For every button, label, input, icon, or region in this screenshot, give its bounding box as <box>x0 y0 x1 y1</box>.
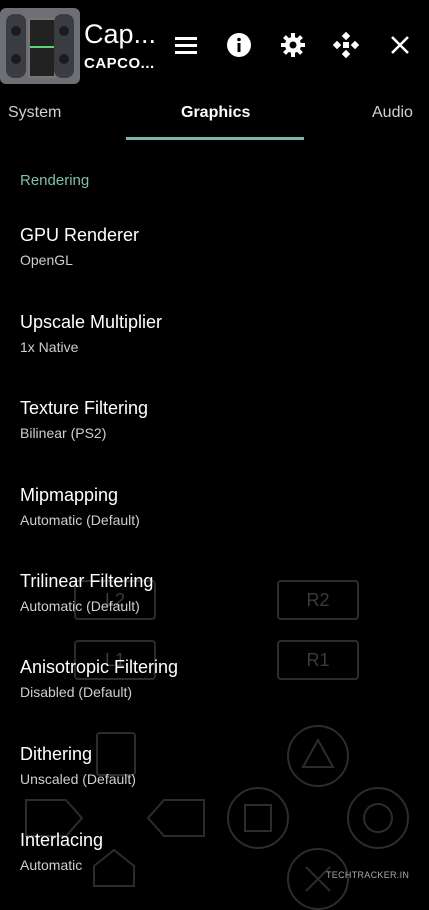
app-header: Cap... CAPCO... <box>0 0 429 96</box>
settings-icon[interactable] <box>278 30 308 60</box>
section-header-rendering: Rendering <box>20 172 90 189</box>
joycon-right-graphic <box>54 14 74 78</box>
setting-anisotropic-filtering[interactable]: Anisotropic Filtering Disabled (Default) <box>0 656 429 742</box>
joycon-left-graphic <box>6 14 26 78</box>
game-cover-thumbnail[interactable] <box>0 8 80 84</box>
setting-name: Dithering <box>20 744 93 764</box>
setting-value: Bilinear (PS2) <box>20 425 107 441</box>
setting-value: OpenGL <box>20 252 73 268</box>
close-icon[interactable] <box>385 30 415 60</box>
menu-icon[interactable] <box>171 30 201 60</box>
setting-mipmapping[interactable]: Mipmapping Automatic (Default) <box>0 484 429 570</box>
setting-value: Disabled (Default) <box>20 684 133 700</box>
setting-dithering[interactable]: Dithering Unscaled (Default) <box>0 743 429 829</box>
setting-texture-filtering[interactable]: Texture Filtering Bilinear (PS2) <box>0 397 429 483</box>
info-icon[interactable] <box>224 30 254 60</box>
setting-trilinear-filtering[interactable]: Trilinear Filtering Automatic (Default) <box>0 570 429 656</box>
game-publisher: CAPCO... <box>84 55 155 72</box>
setting-value: Unscaled (Default) <box>20 771 136 787</box>
setting-name: Interlacing <box>20 830 104 850</box>
active-tab-indicator <box>126 137 304 140</box>
setting-interlacing[interactable]: Interlacing Automatic <box>0 829 429 900</box>
setting-value: Automatic <box>20 857 83 873</box>
setting-name: Upscale Multiplier <box>20 312 163 332</box>
game-title: Cap... <box>84 19 157 49</box>
settings-tab-bar: System Graphics Audio <box>0 96 429 142</box>
tab-system[interactable]: System <box>8 96 61 142</box>
setting-name: Trilinear Filtering <box>20 571 154 591</box>
setting-name: Mipmapping <box>20 485 119 505</box>
gamepad-icon[interactable] <box>331 30 361 60</box>
setting-value: Automatic (Default) <box>20 598 140 614</box>
setting-gpu-renderer[interactable]: GPU Renderer OpenGL <box>0 224 429 310</box>
setting-upscale-multiplier[interactable]: Upscale Multiplier 1x Native <box>0 311 429 397</box>
setting-value: Automatic (Default) <box>20 512 140 528</box>
watermark: TECHTRACKER.IN <box>326 870 410 880</box>
setting-name: Texture Filtering <box>20 398 149 418</box>
tab-graphics[interactable]: Graphics <box>181 96 250 142</box>
setting-name: GPU Renderer <box>20 225 140 245</box>
console-screen-graphic <box>28 18 56 78</box>
setting-value: 1x Native <box>20 339 79 355</box>
setting-name: Anisotropic Filtering <box>20 657 179 677</box>
tab-audio[interactable]: Audio <box>372 96 413 142</box>
